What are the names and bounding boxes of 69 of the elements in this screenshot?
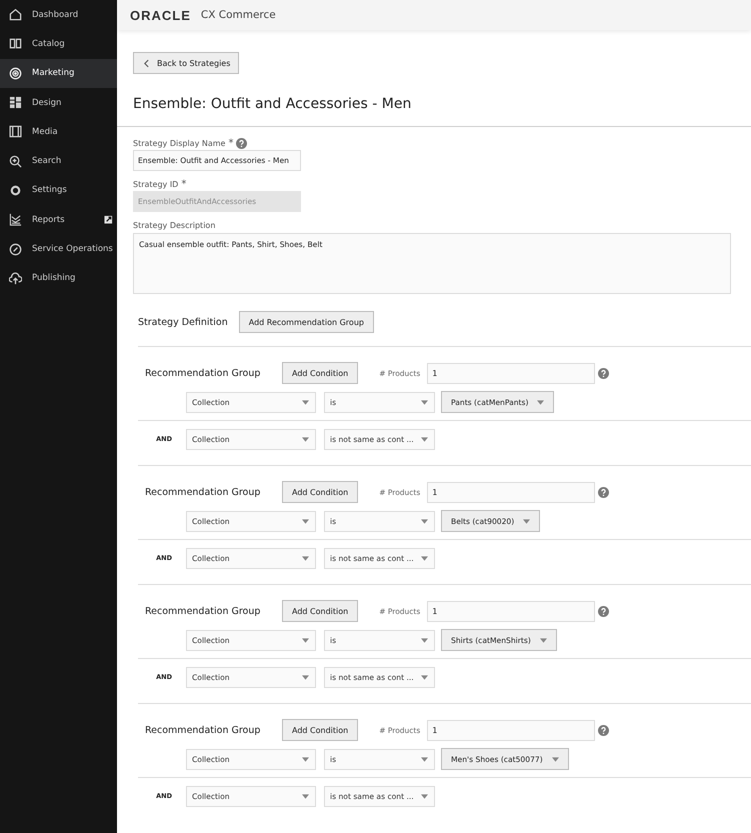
settings-icon	[9, 184, 22, 197]
nav-item[interactable]: Publishing	[0, 264, 117, 293]
caret-icon	[302, 556, 309, 560]
nav-item[interactable]: Reports	[0, 205, 117, 234]
products-field[interactable]: 1	[427, 600, 596, 622]
product-name: CX Commerce	[200, 9, 276, 21]
help-icon[interactable]	[598, 606, 610, 616]
chevron-left-icon	[144, 58, 149, 68]
caret-icon	[537, 400, 544, 404]
required-mark: *	[228, 138, 234, 148]
section-label: Strategy Definition	[138, 316, 228, 328]
caret-icon	[421, 794, 428, 798]
film-icon	[9, 125, 22, 138]
group-label: Recommendation Group	[145, 486, 262, 498]
layout-icon	[9, 96, 22, 110]
caret-icon	[421, 756, 428, 762]
caret-icon	[523, 518, 530, 524]
brand-logo: ORACLE	[130, 8, 191, 22]
group-label: Recommendation Group	[145, 606, 262, 616]
field-label: Strategy ID	[133, 180, 178, 188]
caret-icon	[421, 638, 428, 642]
nav-item[interactable]: Dashboard	[0, 0, 117, 30]
caret-icon	[421, 400, 428, 404]
add-condition-button[interactable]: Add Condition	[282, 600, 358, 622]
help-icon[interactable]	[598, 724, 610, 736]
group-label: Recommendation Group	[145, 724, 262, 736]
back-button[interactable]: Back to Strategies	[133, 52, 240, 74]
caret-icon	[302, 638, 309, 642]
caret-icon	[421, 674, 428, 680]
caret-icon	[302, 674, 309, 680]
add-condition-button[interactable]: Add Condition	[282, 719, 358, 741]
caret-icon	[552, 756, 559, 762]
help-icon[interactable]	[598, 368, 610, 378]
caret-icon	[421, 556, 428, 560]
caret-icon	[302, 400, 309, 404]
book-icon	[9, 37, 22, 50]
nav-item[interactable]: Settings	[0, 176, 117, 206]
add-group-button[interactable]: Add Recommendation Group	[238, 311, 374, 333]
caret-icon	[302, 756, 309, 762]
help-icon[interactable]	[598, 486, 610, 498]
home-icon	[9, 8, 22, 22]
products-field[interactable]: 1	[427, 720, 596, 740]
caret-icon	[302, 518, 309, 524]
nav-item[interactable]: Marketing	[0, 58, 117, 88]
chart-icon	[9, 213, 22, 226]
caret-icon	[421, 436, 428, 442]
add-condition-button[interactable]: Add Condition	[282, 362, 358, 384]
nav-item[interactable]: Search	[0, 146, 117, 176]
add-condition-button[interactable]: Add Condition	[282, 481, 358, 503]
field-label: Strategy Description	[133, 220, 216, 230]
nav-item[interactable]: Media	[0, 117, 117, 146]
nav-item[interactable]: Catalog	[0, 29, 117, 59]
caret-icon	[302, 436, 309, 442]
caret-icon	[302, 794, 309, 798]
target-icon	[9, 66, 22, 80]
page-title: Ensemble: Outfit and Accessories - Men	[133, 95, 412, 114]
caret-icon	[421, 518, 428, 524]
upload-icon	[9, 272, 22, 285]
caret-icon	[540, 638, 547, 642]
field-label: Strategy Display Name	[133, 138, 226, 148]
gauge-icon	[9, 242, 22, 256]
products-field[interactable]: 1	[427, 362, 596, 384]
search-icon	[9, 154, 22, 168]
nav-item[interactable]: Design	[0, 88, 117, 118]
group-label: Recommendation Group	[145, 368, 262, 378]
nav-item[interactable]: Service Operations	[0, 234, 117, 264]
products-field[interactable]: 1	[427, 482, 596, 502]
help-icon[interactable]	[236, 138, 248, 148]
required-mark: *	[181, 178, 186, 190]
